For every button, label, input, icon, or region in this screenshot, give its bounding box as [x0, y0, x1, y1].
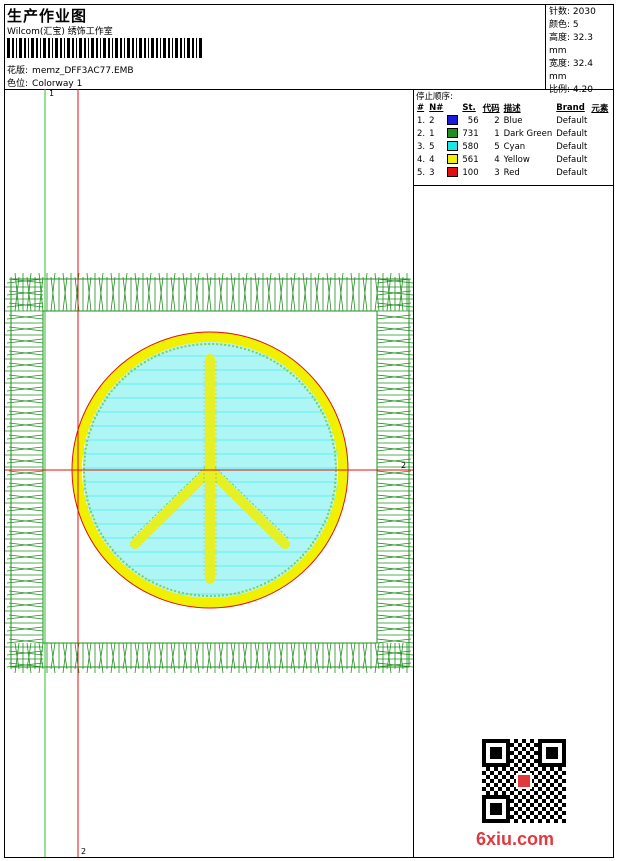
page-title: 生产作业图 — [7, 7, 88, 25]
seq-needle: 2 — [429, 115, 435, 126]
seq-index: 5. — [417, 167, 426, 178]
seq-code: 4 — [494, 154, 500, 165]
col-index: # — [417, 103, 425, 113]
seq-swatch — [445, 114, 460, 127]
file-name: memz_DFF3AC77.EMB — [32, 66, 134, 76]
stat-label: 高度: — [549, 33, 571, 43]
barcode-icon — [7, 38, 202, 58]
seq-stitches: 56 — [467, 115, 479, 126]
stat-label: 颜色: — [549, 20, 571, 30]
header-info: 生产作业图 Wilcom(汇宝) 绣饰工作室 花版: memz_DFF3AC77.… — [5, 5, 545, 89]
side-panel: 停止顺序: # N# St. 代码 描述 Brand 元素 1. 2 56 2 Blue… — [414, 89, 613, 857]
seq-brand: Default — [556, 128, 588, 139]
stat-label: 宽度: — [549, 59, 571, 69]
seq-index: 2. — [417, 128, 426, 139]
company-name: Wilcom(汇宝) 绣饰工作室 — [7, 27, 113, 37]
seq-swatch — [445, 153, 460, 166]
seq-code: 3 — [494, 167, 500, 178]
seq-code: 1 — [494, 128, 500, 139]
stat-value: 2030 — [572, 7, 596, 17]
cross-guide-label: 2 — [401, 461, 407, 470]
color-swatch-icon — [447, 141, 459, 152]
green-guide-label: 1 — [49, 89, 55, 98]
watermark: 6xiu.com — [476, 829, 555, 849]
production-sheet: 生产作业图 Wilcom(汇宝) 绣饰工作室 花版: memz_DFF3AC77.… — [4, 4, 614, 858]
file-label: 花版: — [7, 66, 29, 76]
stat-colors: 颜色: 5 — [549, 19, 613, 32]
seq-element — [589, 153, 610, 166]
sequence-row: 5. 3 100 3 Red Default — [415, 166, 610, 179]
color-swatch-icon — [447, 167, 459, 178]
seq-element — [589, 140, 610, 153]
sequence-row: 1. 2 56 2 Blue Default — [415, 114, 610, 127]
stop-sequence: 停止顺序: # N# St. 代码 描述 Brand 元素 1. 2 56 2 Blue… — [414, 89, 613, 186]
seq-stitches: 580 — [462, 141, 479, 152]
seq-index: 3. — [417, 141, 426, 152]
col-code: 代码 — [482, 104, 500, 114]
design-canvas: 1 2 2 — [5, 89, 415, 857]
colorway-row: 色位: Colorway 1 — [7, 76, 82, 89]
seq-needle: 5 — [429, 141, 435, 152]
sequence-row: 3. 5 580 5 Cyan Default — [415, 140, 610, 153]
seq-stitches: 731 — [462, 128, 479, 139]
seq-element — [589, 114, 610, 127]
embroidery-design — [5, 89, 415, 857]
stat-value: 5 — [572, 20, 579, 30]
seq-description: Red — [503, 167, 520, 178]
color-swatch-icon — [447, 128, 459, 139]
stat-label: 针数: — [549, 7, 571, 17]
seq-description: Dark Green — [503, 128, 553, 139]
seq-element — [589, 127, 610, 140]
seq-brand: Default — [556, 154, 588, 165]
seq-stitches: 100 — [462, 167, 479, 178]
sequence-title: 停止顺序: — [416, 92, 453, 102]
seq-description: Cyan — [503, 141, 526, 152]
color-swatch-icon — [447, 154, 459, 165]
qr-code-icon — [482, 739, 566, 823]
file-row: 花版: memz_DFF3AC77.EMB — [7, 63, 134, 76]
col-description: 描述 — [503, 104, 521, 114]
seq-code: 2 — [494, 115, 500, 126]
seq-element — [589, 166, 610, 179]
colorway-label: 色位: — [7, 79, 29, 89]
seq-index: 1. — [417, 115, 426, 126]
stat-height: 高度: 32.3 mm — [549, 32, 613, 58]
sequence-row: 2. 1 731 1 Dark Green Default — [415, 127, 610, 140]
seq-brand: Default — [556, 141, 588, 152]
peace-symbol — [130, 354, 290, 584]
seq-swatch — [445, 127, 460, 140]
colorway-name: Colorway 1 — [32, 79, 83, 89]
sequence-row: 4. 4 561 4 Yellow Default — [415, 153, 610, 166]
col-swatch — [445, 102, 460, 114]
col-brand: Brand — [556, 103, 585, 113]
stat-width: 宽度: 32.4 mm — [549, 58, 613, 84]
seq-needle: 1 — [429, 128, 435, 139]
seq-brand: Default — [556, 115, 588, 126]
stat-stitches: 针数: 2030 — [549, 6, 613, 19]
seq-index: 4. — [417, 154, 426, 165]
seq-code: 5 — [494, 141, 500, 152]
seq-brand: Default — [556, 167, 588, 178]
seq-needle: 4 — [429, 154, 435, 165]
header: 生产作业图 Wilcom(汇宝) 绣饰工作室 花版: memz_DFF3AC77.… — [5, 5, 613, 95]
seq-swatch — [445, 140, 460, 153]
color-swatch-icon — [447, 115, 459, 126]
stats-panel: 针数: 2030 颜色: 5 高度: 32.3 mm 宽度: 32.4 mm 比… — [545, 5, 613, 95]
col-stitches: St. — [462, 103, 476, 113]
red-guide-label: 2 — [81, 847, 87, 856]
col-needle: N# — [429, 103, 444, 113]
seq-description: Yellow — [503, 154, 530, 165]
seq-needle: 3 — [429, 167, 435, 178]
col-element: 元素 — [591, 104, 609, 114]
sequence-header-row: # N# St. 代码 描述 Brand 元素 — [415, 102, 610, 114]
seq-description: Blue — [503, 115, 523, 126]
seq-stitches: 561 — [462, 154, 479, 165]
seq-swatch — [445, 166, 460, 179]
sequence-table: # N# St. 代码 描述 Brand 元素 1. 2 56 2 Blue Defaul… — [415, 102, 610, 179]
